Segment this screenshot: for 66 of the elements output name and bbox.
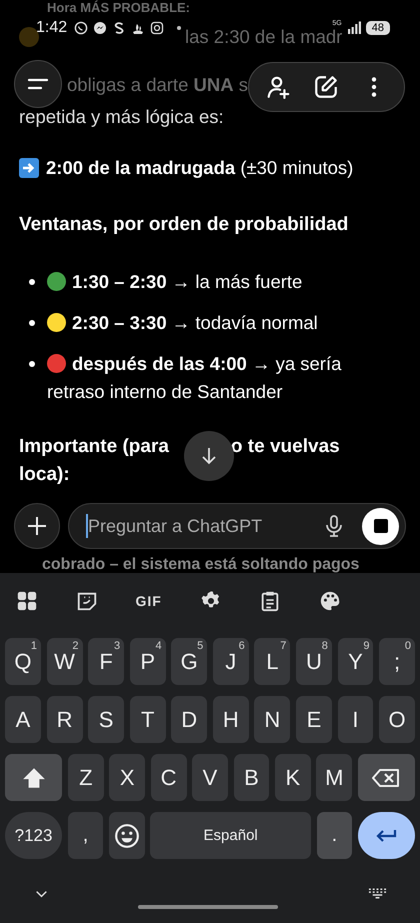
sticker-icon[interactable] [76,590,98,612]
message-text: Hora MÁS PROBABLE: [46,0,190,16]
battery-level: 48 [366,21,390,35]
key[interactable]: H [212,696,249,743]
key[interactable]: M [316,754,352,801]
key[interactable]: A [5,696,41,743]
keyboard-icon[interactable] [368,888,387,900]
key[interactable]: K [274,754,311,801]
add-button[interactable] [14,503,60,549]
comma-key[interactable]: , [68,812,104,859]
period-key[interactable]: . [316,812,352,859]
section-heading: loca): [19,463,71,487]
list-item-text: después de las 4:00 → ya sería retraso interno de Santander [47,352,342,404]
enter-key[interactable] [358,812,415,859]
message-text: 2:00 de la madrugada (±30 minutos) [46,156,354,180]
chevron-down-icon[interactable] [35,890,48,898]
key[interactable]: R [46,696,83,743]
message-field[interactable]: Preguntar a ChatGPT [68,503,406,549]
clipboard-icon[interactable] [259,590,282,612]
text-cursor [86,514,88,538]
gif-button[interactable]: GIF [135,593,162,609]
emoji-key[interactable] [109,812,145,859]
key[interactable]: Z [68,754,104,801]
message-text: las 2:30 de la madr [185,26,342,49]
shift-key[interactable] [5,754,62,801]
key[interactable]: I [338,696,374,743]
key[interactable]: O [379,696,416,743]
plus-icon[interactable] [25,514,49,538]
signal-icon [346,21,361,35]
section-heading: o te vuelvas [230,435,340,459]
message-input[interactable]: Preguntar a ChatGPT [88,516,314,536]
notification-dot [177,26,182,30]
bullet-dot [29,279,35,285]
palette-icon[interactable] [318,590,341,612]
camera-icon [150,21,164,35]
key[interactable]: S [88,696,124,743]
key[interactable]: D [171,696,208,743]
message-text: repetida y más lógica es: [19,105,224,129]
message-text: obligas a darte UNA s [67,73,248,97]
key[interactable]: T [130,696,166,743]
section-heading: Ventanas, por orden de probabilidad [19,213,350,237]
key[interactable]: E [296,696,332,743]
chat-bubble-icon [74,21,88,35]
circle-icon [19,27,39,47]
home-handle[interactable] [138,905,278,909]
stop-button[interactable] [362,508,399,544]
key[interactable]: N [254,696,290,743]
apps-grid-icon[interactable] [16,590,38,612]
symbols-key[interactable]: ?123 [5,812,62,859]
clock-time: 1:42 [36,19,68,37]
s-logo-icon [112,21,126,35]
messenger-icon [93,21,108,35]
key[interactable]: X [109,754,146,801]
backspace-key[interactable] [358,754,416,801]
bullet-dot [29,361,35,367]
bullet-dot [29,320,35,326]
key[interactable]: C [150,754,187,801]
list-item-text: 1:30 – 2:30 → la más fuerte [47,268,302,296]
key[interactable]: V [192,754,228,801]
space-key[interactable]: Español [150,812,311,859]
key[interactable]: B [234,754,270,801]
menu-button[interactable] [14,60,62,108]
message-text: cobrado – el sistema está soltando pagos [42,556,360,573]
section-heading: Importante (para [19,435,169,459]
smiley-icon[interactable] [114,822,140,848]
list-item-text: 2:30 – 3:30 → todavía normal [47,309,318,337]
